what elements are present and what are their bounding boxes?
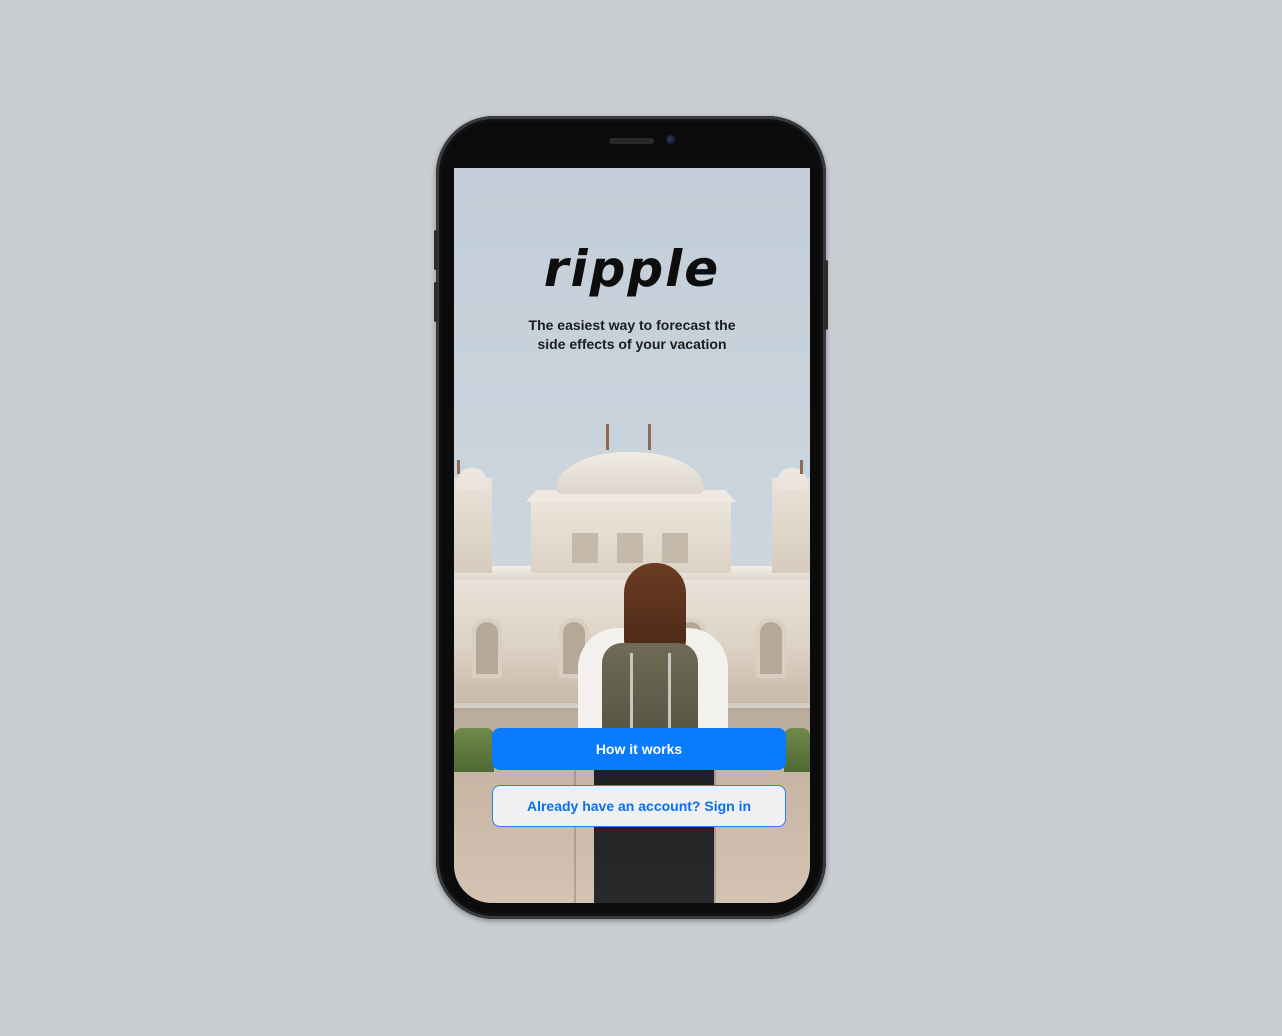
minaret-right	[772, 478, 810, 573]
backpack-strap	[668, 653, 671, 733]
how-it-works-button[interactable]: How it works	[492, 728, 786, 770]
path-line	[714, 758, 716, 903]
volume-button	[434, 230, 438, 270]
window	[662, 533, 688, 563]
hedge-left	[454, 728, 494, 772]
path-line	[574, 758, 576, 903]
finial	[648, 424, 651, 450]
minaret-dome-right	[776, 468, 808, 490]
app-logo: ripple	[543, 240, 721, 298]
earpiece-speaker	[609, 138, 654, 144]
dome	[556, 452, 704, 494]
finial	[800, 460, 803, 474]
window	[617, 533, 643, 563]
finial	[606, 424, 609, 450]
volume-button	[434, 282, 438, 322]
mockup-stage: ripple The easiest way to forecast the s…	[0, 0, 1282, 1036]
hedge-right	[784, 728, 810, 772]
finial	[457, 460, 460, 474]
arch	[756, 618, 786, 678]
minaret-left	[454, 478, 492, 573]
minaret-dome-left	[456, 468, 488, 490]
sign-in-button[interactable]: Already have an account? Sign in	[492, 785, 786, 827]
front-camera-icon	[666, 135, 676, 145]
app-screen: ripple The easiest way to forecast the s…	[454, 168, 810, 903]
backpack-strap	[630, 653, 633, 733]
arch	[472, 618, 502, 678]
app-tagline: The easiest way to forecast the side eff…	[528, 317, 736, 352]
window	[572, 533, 598, 563]
power-button	[824, 260, 828, 330]
